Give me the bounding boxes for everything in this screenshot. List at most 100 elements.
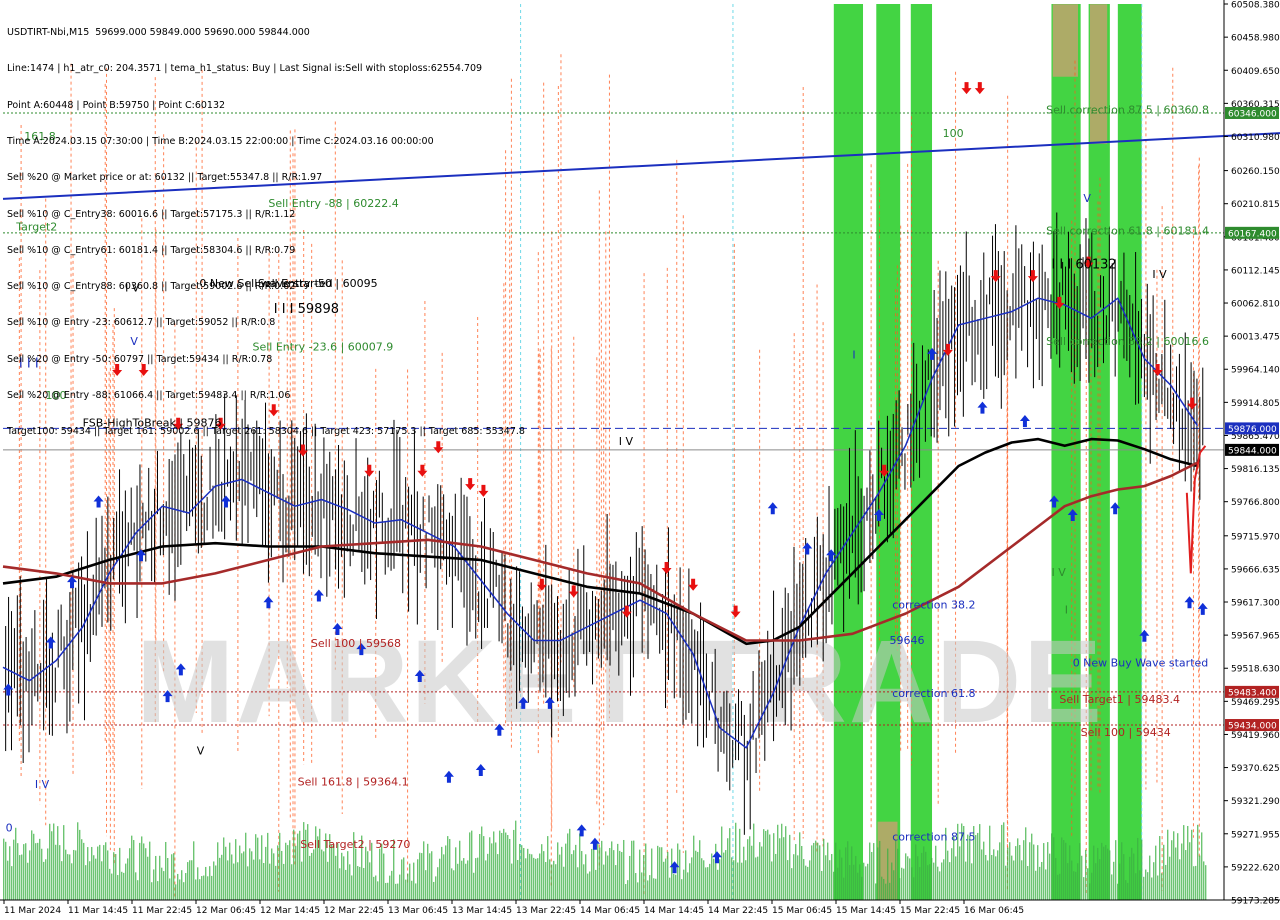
annotation-label: Sell correction 61.8 | 60181.4 xyxy=(1046,224,1209,237)
volume-bar xyxy=(651,848,653,900)
volume-bar xyxy=(621,852,623,900)
volume-bar xyxy=(1125,880,1127,900)
volume-bar xyxy=(849,865,851,900)
volume-bar xyxy=(509,838,511,900)
volume-bar xyxy=(595,869,597,900)
volume-bar xyxy=(1095,863,1097,900)
volume-bar xyxy=(303,822,305,900)
volume-bar xyxy=(147,856,149,900)
volume-bar xyxy=(1059,873,1061,900)
volume-bar xyxy=(415,883,417,900)
volume-bar xyxy=(759,842,761,900)
volume-bar xyxy=(787,860,789,900)
volume-bar xyxy=(817,842,819,900)
volume-bar xyxy=(765,830,767,900)
volume-bar xyxy=(247,866,249,900)
volume-bar xyxy=(1185,850,1187,900)
volume-bar xyxy=(397,883,399,900)
volume-bar xyxy=(913,877,915,900)
volume-bar xyxy=(555,864,557,900)
volume-bar xyxy=(3,838,5,900)
volume-bar xyxy=(813,842,815,900)
volume-bar xyxy=(1167,829,1169,900)
volume-bar xyxy=(461,860,463,900)
volume-bar xyxy=(1085,849,1087,900)
volume-bar xyxy=(1005,865,1007,900)
volume-bar xyxy=(471,830,473,900)
volume-bar xyxy=(977,832,979,900)
volume-bar xyxy=(297,833,299,900)
volume-bar xyxy=(657,845,659,900)
info-line-times: Time A:2024.03.15 07:30:00 | Time B:2024… xyxy=(7,136,434,148)
volume-bar xyxy=(115,854,117,900)
volume-bar xyxy=(367,851,369,900)
volume-bar xyxy=(801,846,803,900)
volume-bar xyxy=(857,872,859,900)
info-line-sell-c61: Sell %10 @ C_Entry61: 60181.4 || Target:… xyxy=(7,244,296,256)
price-tag-label: 59483.400 xyxy=(1228,688,1277,698)
price-tag-label: 60167.400 xyxy=(1228,229,1277,239)
volume-bar xyxy=(473,872,475,900)
volume-bar xyxy=(531,854,533,900)
volume-bar xyxy=(679,849,681,900)
volume-bar xyxy=(373,876,375,900)
annotation-label: 100 xyxy=(943,127,964,140)
volume-bar xyxy=(737,862,739,900)
volume-bar xyxy=(267,832,269,900)
volume-bar xyxy=(999,842,1001,900)
volume-bar xyxy=(771,861,773,900)
volume-bar xyxy=(937,866,939,900)
volume-bar xyxy=(927,865,929,900)
volume-bar xyxy=(17,843,19,900)
volume-bar xyxy=(529,853,531,900)
price-tag-label: 59434.000 xyxy=(1228,722,1277,732)
volume-bar xyxy=(523,847,525,900)
volume-bar xyxy=(1161,873,1163,900)
volume-bar xyxy=(739,828,741,900)
volume-bar xyxy=(477,857,479,900)
volume-bar xyxy=(1187,825,1189,900)
volume-bar xyxy=(1129,856,1131,900)
volume-bar xyxy=(993,849,995,900)
volume-bar xyxy=(835,842,837,900)
volume-bar xyxy=(1153,862,1155,900)
volume-bar xyxy=(347,851,349,900)
volume-bar xyxy=(153,869,155,900)
info-line-symbol: USDTIRT-Nbi,M15 59699.000 59849.000 5969… xyxy=(7,27,310,39)
volume-bar xyxy=(85,865,87,900)
volume-bar xyxy=(99,844,101,900)
volume-bar xyxy=(769,834,771,900)
volume-bar xyxy=(623,839,625,900)
volume-bar xyxy=(933,862,935,900)
volume-bar xyxy=(457,863,459,900)
volume-bar xyxy=(535,858,537,900)
volume-bar xyxy=(983,841,985,900)
annotation-label: I V xyxy=(619,435,634,448)
volume-bar xyxy=(351,875,353,900)
volume-bar xyxy=(891,862,893,900)
volume-bar xyxy=(863,862,865,900)
y-tick-label: 59666.635 xyxy=(1231,565,1280,575)
volume-bar xyxy=(1075,871,1077,900)
volume-bar xyxy=(109,868,111,900)
volume-bar xyxy=(275,865,277,900)
volume-bar xyxy=(1055,858,1057,900)
volume-bar xyxy=(855,855,857,900)
volume-bar xyxy=(511,863,513,900)
volume-bar xyxy=(681,879,683,900)
volume-bar xyxy=(763,829,765,900)
volume-bar xyxy=(413,862,415,900)
volume-bar xyxy=(995,856,997,900)
annotation-label: I V xyxy=(35,778,50,791)
volume-bar xyxy=(1109,850,1111,900)
volume-bar xyxy=(149,841,151,900)
volume-bar xyxy=(215,865,217,900)
volume-bar xyxy=(45,859,47,900)
volume-bar xyxy=(965,861,967,900)
volume-bar xyxy=(313,849,315,900)
volume-bar xyxy=(89,861,91,900)
volume-bar xyxy=(21,854,23,900)
x-tick-label: 11 Mar 22:45 xyxy=(132,906,192,916)
volume-bar xyxy=(155,855,157,900)
buy-arrow-icon xyxy=(45,636,56,649)
